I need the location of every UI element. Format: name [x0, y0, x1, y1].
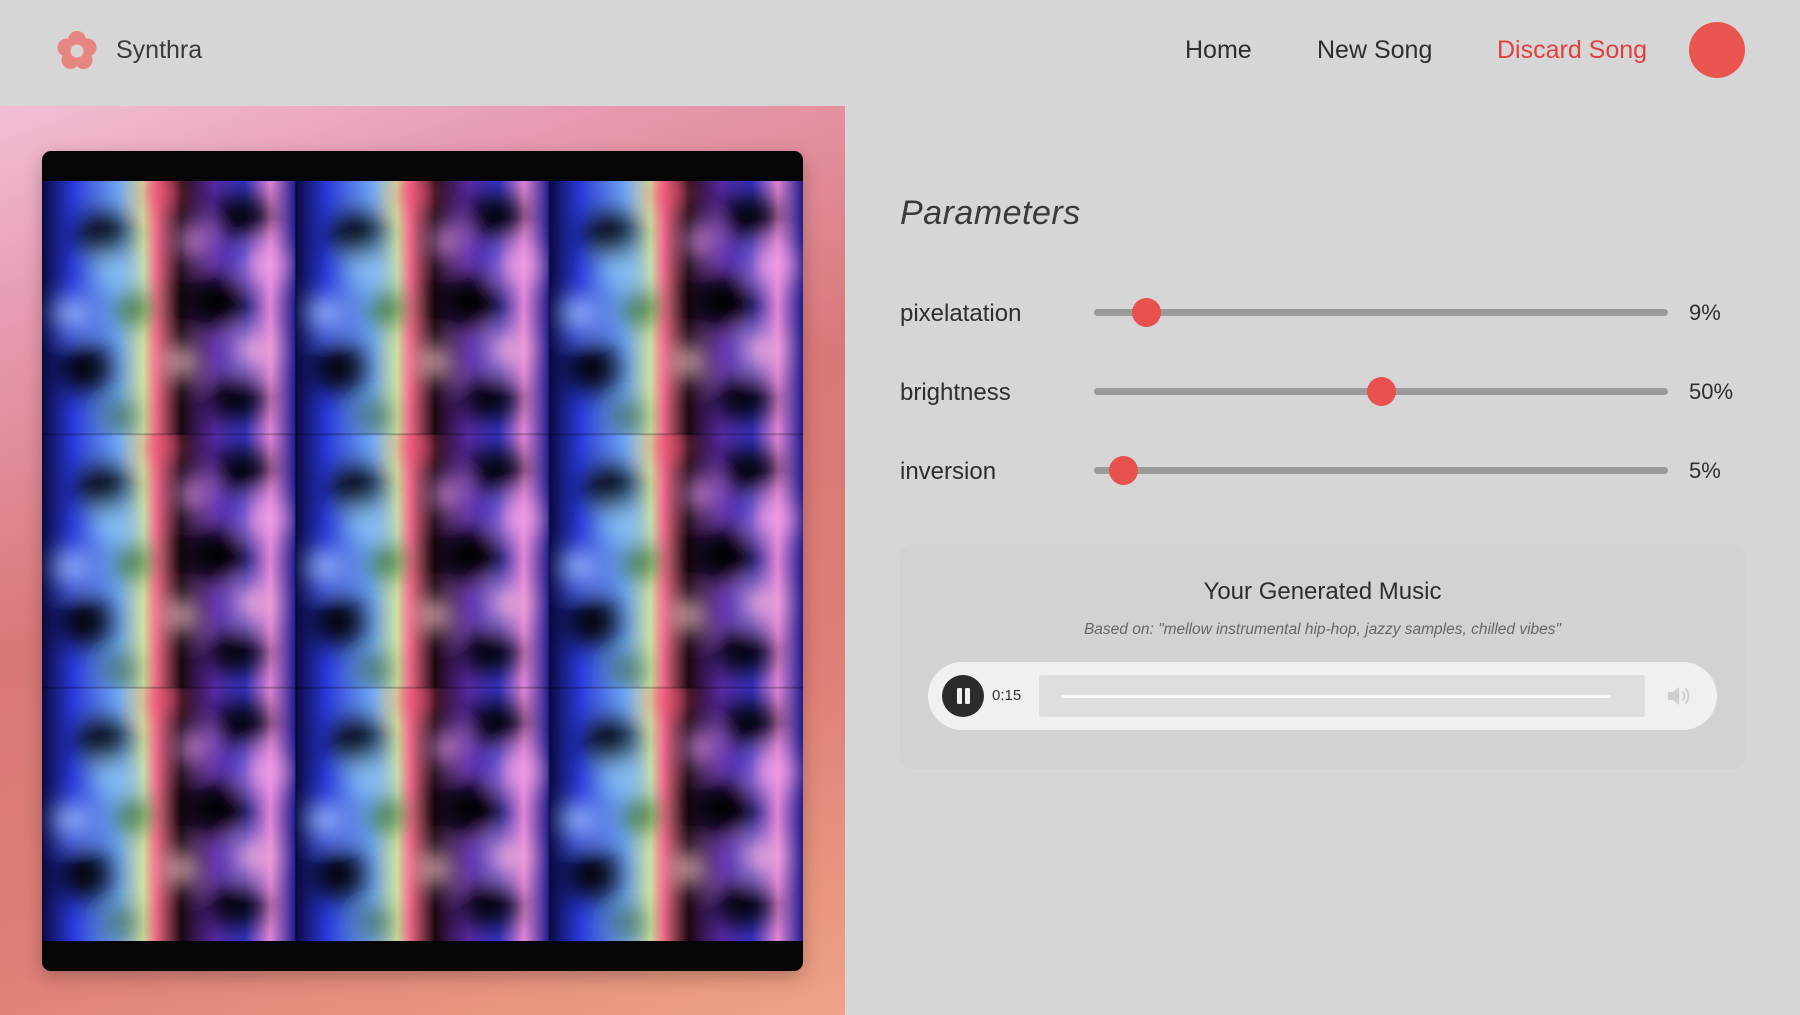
brightness-slider[interactable] — [1094, 377, 1668, 406]
param-value: 50% — [1689, 379, 1734, 404]
slider-thumb[interactable] — [1108, 456, 1138, 485]
music-prompt-text: Based on: "mellow instrumental hip-hop, … — [1083, 621, 1562, 638]
generated-art-image — [42, 181, 803, 941]
top-navbar: Synthra Home New Song Discard Song — [0, 0, 1800, 106]
param-row-brightness: brightness 50% — [900, 371, 1750, 411]
volume-icon[interactable] — [1666, 684, 1692, 708]
generated-music-card: Your Generated Music Based on: "mellow i… — [900, 544, 1745, 769]
brand-name[interactable]: Synthra — [116, 36, 202, 65]
param-row-pixelatation: pixelatation 9% — [900, 292, 1750, 332]
inversion-slider[interactable] — [1094, 456, 1668, 485]
param-label: brightness — [900, 379, 1011, 406]
param-value: 5% — [1689, 458, 1721, 483]
user-avatar[interactable] — [1689, 22, 1745, 78]
artwork-panel — [0, 106, 845, 1015]
seek-bar[interactable] — [1039, 675, 1645, 717]
slider-thumb[interactable] — [1367, 377, 1396, 406]
nav-discard-song-link[interactable]: Discard Song — [1497, 36, 1647, 65]
music-title: Your Generated Music — [1203, 578, 1442, 605]
pause-icon — [957, 688, 962, 704]
slider-thumb[interactable] — [1131, 298, 1161, 327]
pixelatation-slider[interactable] — [1094, 298, 1668, 327]
param-label: inversion — [900, 458, 997, 485]
flower-logo-icon[interactable] — [56, 30, 98, 72]
param-label: pixelatation — [900, 300, 1022, 327]
nav-home-link[interactable]: Home — [1185, 36, 1252, 65]
param-value: 9% — [1689, 300, 1721, 325]
current-time: 0:15 — [992, 687, 1022, 704]
param-row-inversion: inversion 5% — [900, 450, 1750, 490]
audio-player: 0:15 — [928, 662, 1717, 730]
artwork-frame — [42, 151, 803, 971]
pause-button[interactable] — [942, 675, 984, 717]
pause-icon — [965, 688, 970, 704]
nav-new-song-link[interactable]: New Song — [1317, 36, 1432, 65]
parameters-title: Parameters — [900, 194, 1081, 232]
seek-track[interactable] — [1061, 695, 1611, 698]
